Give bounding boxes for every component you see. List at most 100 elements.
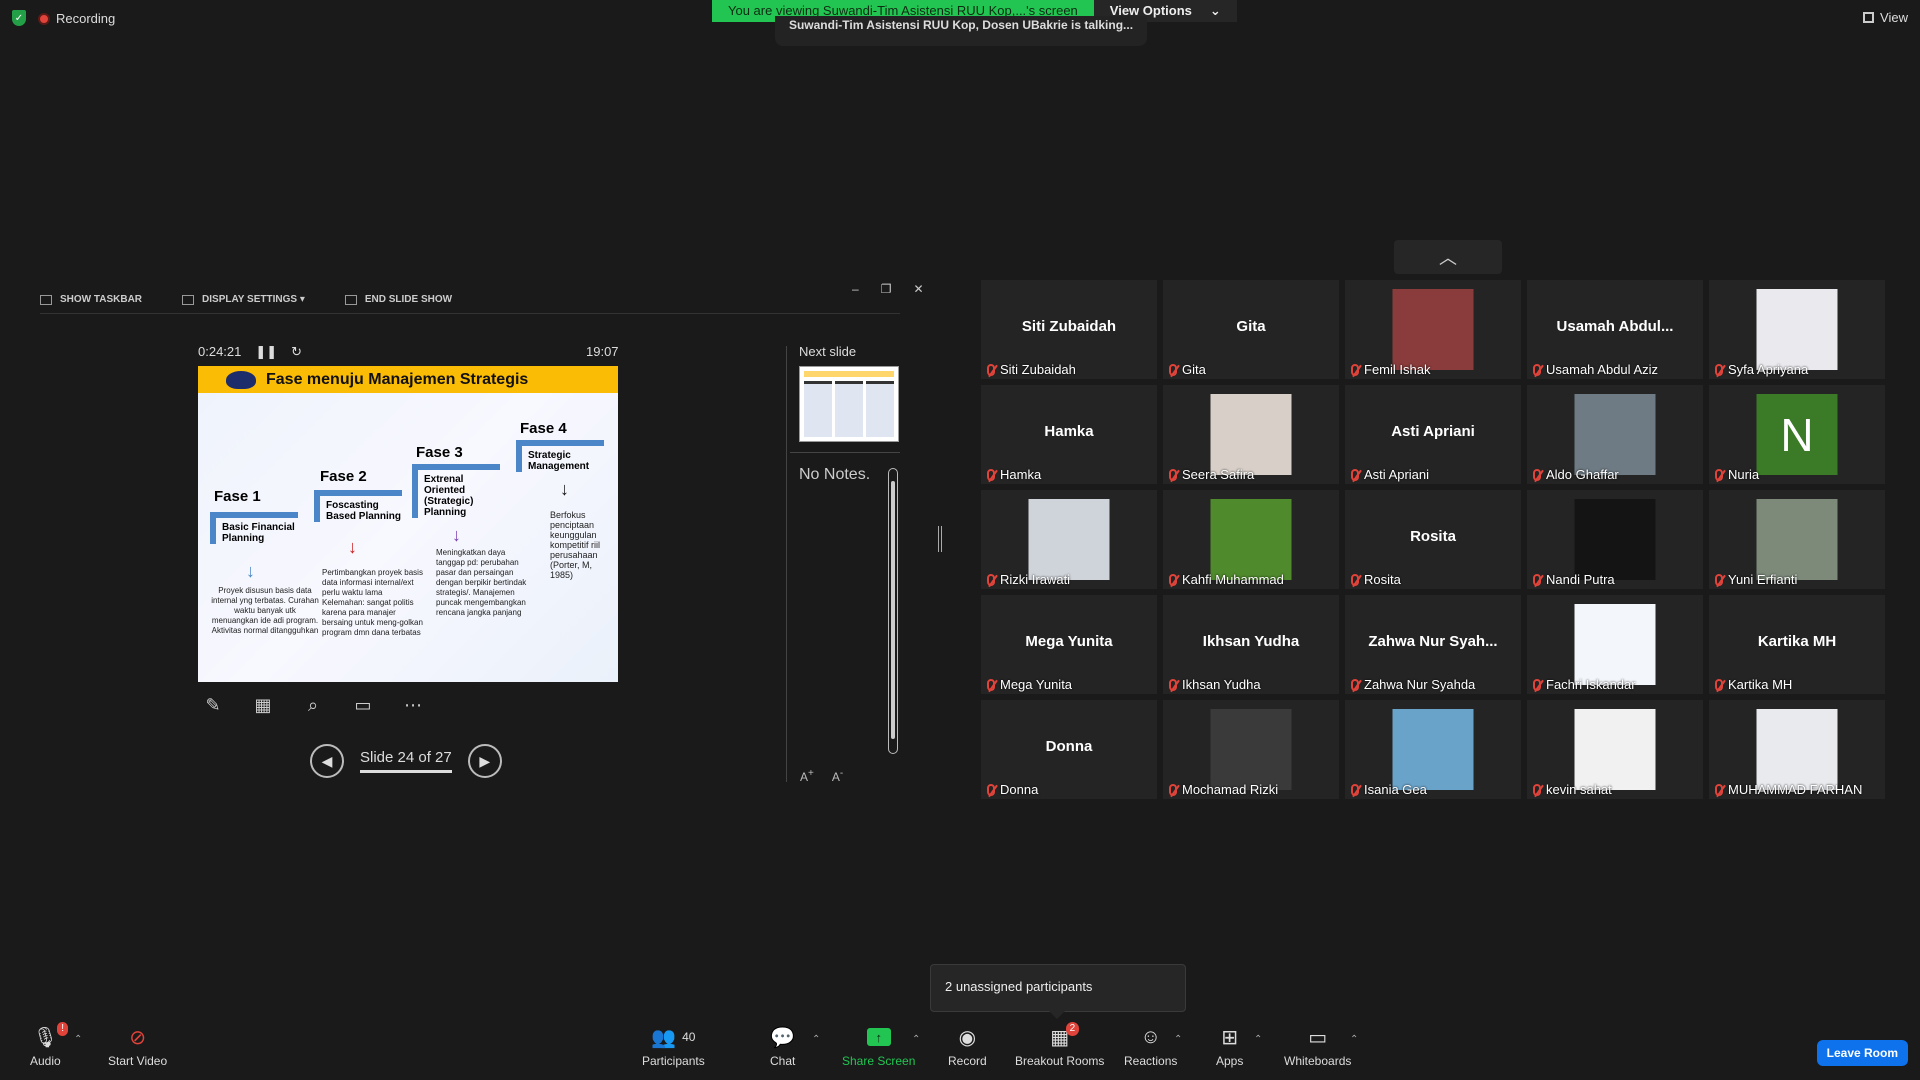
share-screen-button[interactable]: ↑ Share Screen bbox=[842, 1024, 915, 1068]
participant-tile[interactable]: Rosita Rosita bbox=[1345, 490, 1521, 589]
zoom-icon[interactable]: ⌕ bbox=[300, 692, 326, 718]
view-button[interactable]: View bbox=[1863, 10, 1908, 25]
participant-tile[interactable]: N Nuria bbox=[1709, 385, 1885, 484]
participant-display-name: Usamah Abdul... bbox=[1556, 318, 1674, 335]
participant-tile[interactable]: Seera Safira bbox=[1163, 385, 1339, 484]
chevron-down-icon: ⌄ bbox=[1209, 3, 1221, 18]
breakout-rooms-button[interactable]: ▦ 2 Breakout Rooms bbox=[1015, 1022, 1105, 1068]
participant-tile[interactable]: Yuni Erfianti bbox=[1709, 490, 1885, 589]
chat-caret-icon[interactable]: ⌃ bbox=[812, 1034, 820, 1045]
participant-tile[interactable]: Mega Yunita Mega Yunita bbox=[981, 595, 1157, 694]
leave-room-button[interactable]: Leave Room bbox=[1816, 1040, 1908, 1066]
smiley-icon: ☺ bbox=[1140, 1025, 1161, 1048]
collapse-gallery-button[interactable]: ︿ bbox=[1394, 240, 1502, 274]
participant-tile[interactable]: Kartika MH Kartika MH bbox=[1709, 595, 1885, 694]
next-slide-button[interactable]: ▶ bbox=[467, 744, 502, 778]
participant-display-name: Donna bbox=[1045, 738, 1093, 755]
participant-tile[interactable]: Hamka Hamka bbox=[981, 385, 1157, 484]
shield-icon[interactable]: ✓ bbox=[12, 10, 26, 26]
participant-tile[interactable]: Usamah Abdul... Usamah Abdul Aziz bbox=[1527, 280, 1703, 379]
chat-button[interactable]: 💬 Chat bbox=[770, 1024, 796, 1069]
font-increase-icon[interactable]: A+ bbox=[800, 768, 814, 784]
participant-name-label: Mega Yunita bbox=[987, 677, 1072, 692]
participant-tile[interactable]: Fachri Iskandar bbox=[1527, 595, 1703, 694]
participant-name: Mochamad Rizki bbox=[1182, 782, 1279, 797]
participant-name-label: Gita bbox=[1169, 362, 1206, 377]
mic-muted-icon bbox=[1715, 678, 1723, 691]
display-settings-button[interactable]: DISPLAY SETTINGS ▾ bbox=[182, 294, 305, 305]
notes-separator bbox=[790, 452, 900, 453]
mic-muted-icon bbox=[1715, 363, 1723, 376]
recording-indicator[interactable]: Recording bbox=[38, 11, 115, 26]
whiteboards-caret-icon[interactable]: ⌃ bbox=[1350, 1034, 1358, 1045]
participant-name: Donna bbox=[1000, 782, 1039, 797]
start-video-button[interactable]: ⊘ Start Video bbox=[108, 1024, 167, 1069]
reactions-caret-icon[interactable]: ⌃ bbox=[1174, 1034, 1182, 1045]
participant-name-label: Seera Safira bbox=[1169, 467, 1254, 482]
participant-display-name: Mega Yunita bbox=[1025, 633, 1113, 650]
participant-name: Seera Safira bbox=[1182, 467, 1255, 482]
share-caret-icon[interactable]: ⌃ bbox=[912, 1034, 920, 1045]
pen-icon[interactable]: ✎ bbox=[200, 692, 226, 718]
record-button[interactable]: ◉ Record bbox=[948, 1024, 987, 1069]
participant-name: Yuni Erfianti bbox=[1728, 572, 1798, 587]
apps-caret-icon[interactable]: ⌃ bbox=[1254, 1034, 1262, 1045]
phase-4-heading: Fase 4 bbox=[520, 420, 567, 437]
whiteboards-label: Whiteboards bbox=[1284, 1054, 1352, 1068]
participant-tile[interactable]: Syfa Apriyana bbox=[1709, 280, 1885, 379]
restore-icon[interactable]: ❐ bbox=[881, 282, 892, 296]
chat-label: Chat bbox=[770, 1054, 796, 1068]
breakout-rooms-label: Breakout Rooms bbox=[1015, 1054, 1105, 1068]
participant-tile[interactable]: Zahwa Nur Syah... Zahwa Nur Syahda bbox=[1345, 595, 1521, 694]
whiteboards-button[interactable]: ▭ Whiteboards bbox=[1284, 1024, 1352, 1069]
close-icon[interactable]: ✕ bbox=[913, 282, 923, 296]
participant-tile[interactable]: kevin sahat bbox=[1527, 700, 1703, 799]
show-taskbar-label: SHOW TASKBAR bbox=[60, 294, 143, 305]
participant-display-name: Gita bbox=[1236, 318, 1266, 335]
participant-tile[interactable]: Aldo Ghaffar bbox=[1527, 385, 1703, 484]
restart-icon[interactable]: ↻ bbox=[291, 344, 302, 360]
participant-tile[interactable]: Kahfi Muhammad bbox=[1163, 490, 1339, 589]
scrollbar-thumb[interactable] bbox=[891, 481, 895, 739]
font-decrease-icon[interactable]: A- bbox=[832, 768, 843, 784]
participant-tile[interactable]: Siti Zubaidah Siti Zubaidah bbox=[981, 280, 1157, 379]
phase-2-desc: Pertimbangkan proyek basis data informas… bbox=[322, 568, 423, 637]
down-arrow-icon: ↓ bbox=[452, 525, 461, 545]
minimize-icon[interactable]: – bbox=[852, 282, 859, 296]
participant-display-name: Hamka bbox=[1044, 423, 1094, 440]
pause-icon[interactable]: ❚❚ bbox=[255, 344, 277, 360]
participants-button[interactable]: 👥 40 Participants bbox=[642, 1024, 705, 1069]
participant-tile[interactable]: Asti Apriani Asti Apriani bbox=[1345, 385, 1521, 484]
participant-tile[interactable]: MUHAMMAD FARHAN bbox=[1709, 700, 1885, 799]
show-taskbar-button[interactable]: SHOW TASKBAR bbox=[40, 294, 142, 305]
audio-caret-icon[interactable]: ⌃ bbox=[74, 1034, 82, 1045]
notes-scrollbar[interactable] bbox=[888, 468, 898, 754]
end-slide-show-button[interactable]: END SLIDE SHOW bbox=[344, 294, 452, 305]
split-handle[interactable] bbox=[938, 526, 942, 552]
more-options-icon[interactable]: ⋯ bbox=[400, 692, 426, 718]
participant-tile[interactable]: Isania Gea bbox=[1345, 700, 1521, 799]
talking-indicator: Suwandi-Tim Asistensi RUU Kop, Dosen UBa… bbox=[775, 16, 1147, 46]
phase-4-desc: Berfokus penciptaan keunggulan kompetiti… bbox=[550, 510, 601, 580]
participant-name-label: Usamah Abdul Aziz bbox=[1533, 362, 1658, 377]
participant-tile[interactable]: Rizki Irawati bbox=[981, 490, 1157, 589]
participant-tile[interactable]: Donna Donna bbox=[981, 700, 1157, 799]
audio-label: Audio bbox=[30, 1054, 61, 1068]
participant-tile[interactable]: Femil Ishak bbox=[1345, 280, 1521, 379]
participant-tile[interactable]: Gita Gita bbox=[1163, 280, 1339, 379]
participant-name: Mega Yunita bbox=[1000, 677, 1073, 692]
unassigned-participants-popup[interactable]: 2 unassigned participants bbox=[930, 964, 1186, 1019]
reactions-button[interactable]: ☺ Reactions bbox=[1124, 1024, 1177, 1069]
participant-tile[interactable]: Mochamad Rizki bbox=[1163, 700, 1339, 799]
participant-tile[interactable]: Ikhsan Yudha Ikhsan Yudha bbox=[1163, 595, 1339, 694]
participant-tile[interactable]: Nandi Putra bbox=[1527, 490, 1703, 589]
recording-label: Recording bbox=[56, 10, 116, 26]
see-all-slides-icon[interactable]: ▦ bbox=[250, 692, 276, 718]
next-slide-thumbnail[interactable] bbox=[799, 366, 899, 442]
black-screen-icon[interactable]: ▭ bbox=[350, 692, 376, 718]
previous-slide-button[interactable]: ◀ bbox=[310, 744, 344, 778]
apps-button[interactable]: ⊞ Apps bbox=[1216, 1024, 1243, 1069]
whiteboard-icon: ▭ bbox=[1308, 1026, 1328, 1049]
audio-button[interactable]: 🎙! Audio bbox=[30, 1022, 69, 1068]
record-dot-icon bbox=[38, 13, 50, 26]
